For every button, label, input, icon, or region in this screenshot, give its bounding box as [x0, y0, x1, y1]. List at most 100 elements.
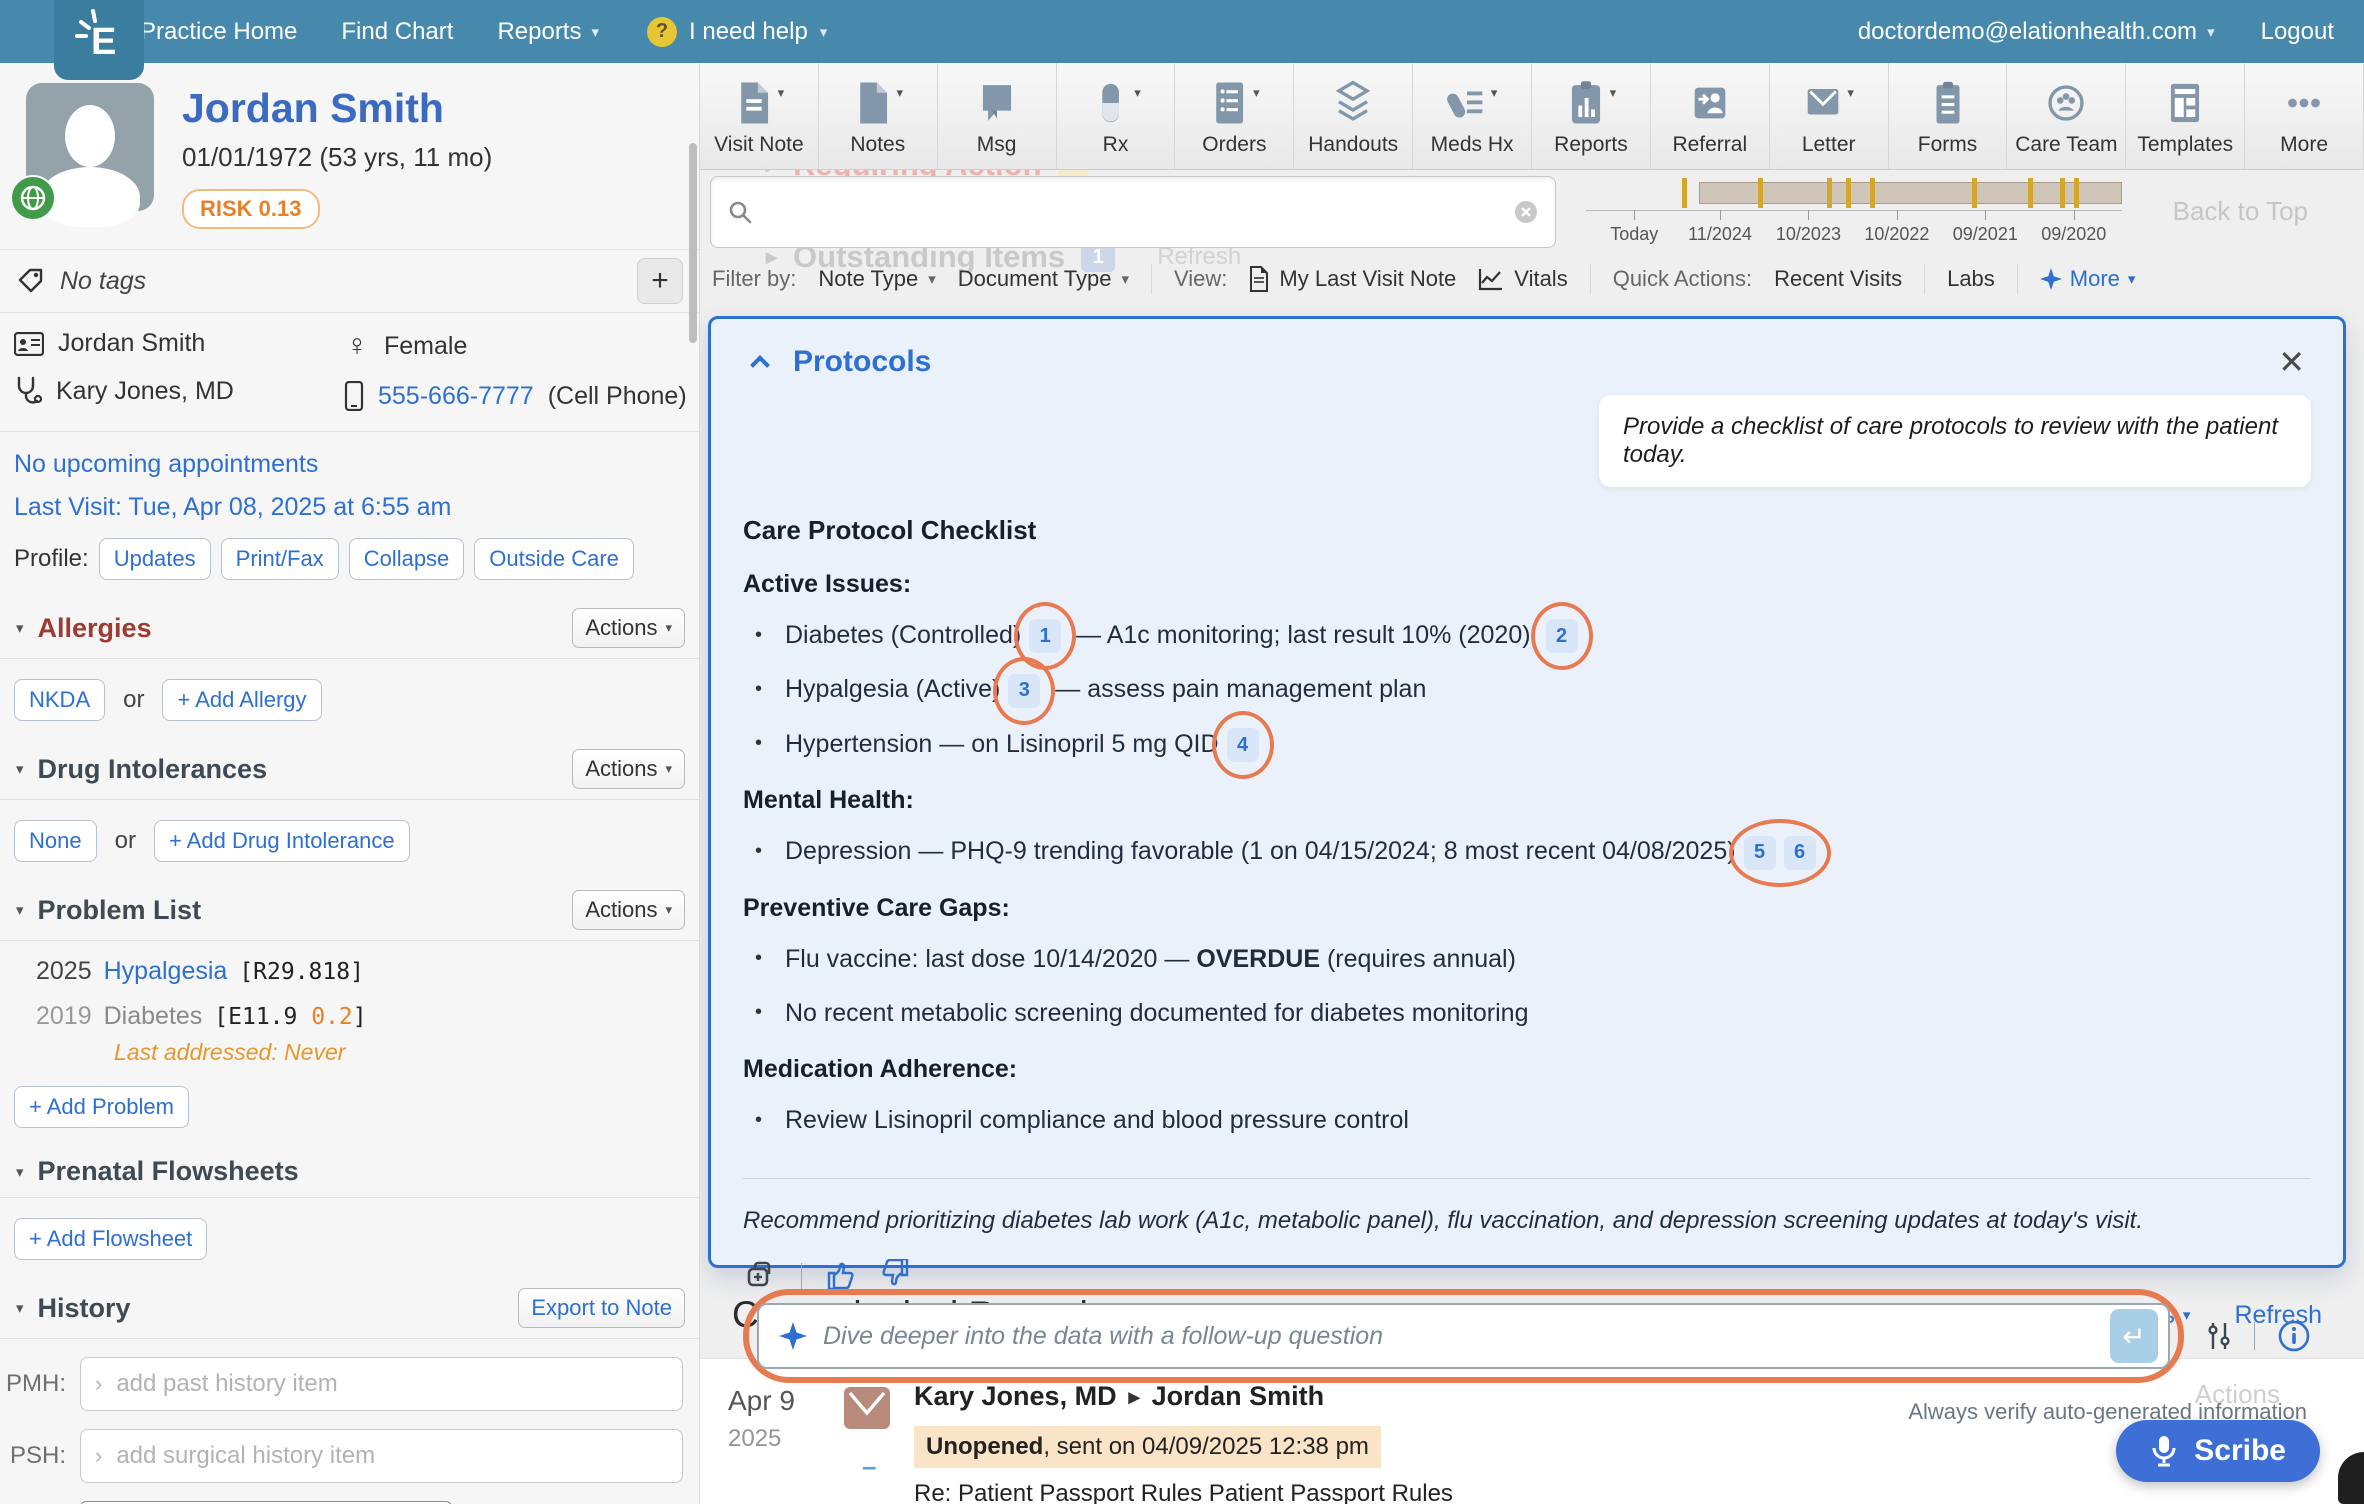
toolbar-button-care-team[interactable]: Care Team: [2007, 63, 2126, 169]
citation-chip-4[interactable]: 4: [1227, 728, 1259, 762]
allergies-actions-button[interactable]: Actions▾: [572, 608, 685, 648]
letter-icon: [1803, 80, 1843, 126]
timeline-event-marker[interactable]: [2028, 178, 2033, 208]
psh-input[interactable]: ›add surgical history item: [80, 1429, 683, 1483]
timeline-event-marker[interactable]: [1846, 178, 1851, 208]
timeline-event-marker[interactable]: [1972, 178, 1977, 208]
collapse-caret-icon[interactable]: ▾: [16, 760, 24, 778]
add-tag-button[interactable]: +: [637, 258, 683, 304]
labs-button[interactable]: Labs: [1947, 266, 1995, 292]
close-icon[interactable]: ✕: [2278, 343, 2311, 381]
add-allergy-button[interactable]: + Add Allergy: [162, 679, 321, 721]
search-input[interactable]: [765, 197, 1513, 227]
toolbar-button-handouts[interactable]: Handouts: [1294, 63, 1413, 169]
scribe-button[interactable]: Scribe: [2116, 1420, 2320, 1482]
logout-button[interactable]: Logout: [2261, 18, 2334, 46]
quick-actions-label: Quick Actions:: [1613, 266, 1752, 292]
profile-outside-care-button[interactable]: Outside Care: [474, 538, 634, 580]
toolbar-button-label: Care Team: [2015, 133, 2117, 157]
timeline-event-marker[interactable]: [2060, 178, 2065, 208]
phone-link[interactable]: 555-666-7777: [378, 382, 534, 411]
nkda-button[interactable]: NKDA: [14, 679, 105, 721]
problem-link[interactable]: Diabetes: [104, 1002, 203, 1031]
help-menu[interactable]: ? I need help ▾: [647, 17, 827, 47]
back-to-top-link[interactable]: Back to Top: [2173, 196, 2308, 227]
profile-collapse-button[interactable]: Collapse: [349, 538, 465, 580]
citation-chip-2[interactable]: 2: [1546, 619, 1578, 653]
problem-link[interactable]: Hypalgesia: [104, 957, 228, 986]
thumbs-down-icon[interactable]: [880, 1259, 910, 1291]
nav-item-practice-home[interactable]: Practice Home: [140, 18, 297, 46]
my-last-visit-note-button[interactable]: My Last Visit Note: [1249, 266, 1456, 292]
patient-name[interactable]: Jordan Smith: [182, 85, 492, 132]
collapse-caret-icon[interactable]: ▾: [16, 1299, 24, 1317]
timeline-event-marker[interactable]: [2074, 178, 2079, 208]
nav-item-reports[interactable]: Reports▾: [497, 18, 599, 46]
profile-updates-button[interactable]: Updates: [99, 538, 211, 580]
citation-chip-5[interactable]: 5: [1744, 836, 1776, 870]
toolbar-button-notes[interactable]: ▾Notes: [819, 63, 938, 169]
note-type-dropdown[interactable]: Note Type▾: [818, 266, 935, 292]
checklist-section-title: Active Issues:: [743, 570, 2311, 599]
add-drug-intolerance-button[interactable]: + Add Drug Intolerance: [154, 820, 410, 862]
chevron-down-icon: ▾: [897, 85, 904, 101]
info-icon[interactable]: [2277, 1319, 2311, 1353]
drug-intolerances-actions-button[interactable]: Actions▾: [572, 749, 685, 789]
copy-to-note-icon[interactable]: [747, 1261, 777, 1291]
collapse-caret-icon[interactable]: ▾: [16, 1163, 24, 1181]
chart-timeline[interactable]: Today11/202410/202310/202209/202109/2020: [1586, 180, 2122, 256]
settings-sliders-icon[interactable]: [2206, 1321, 2232, 1351]
toolbar-button-forms[interactable]: Forms: [1889, 63, 2008, 169]
patient-provider: Kary Jones, MD: [14, 376, 344, 406]
id-card-icon: [14, 332, 44, 356]
app-logo[interactable]: E: [54, 0, 144, 80]
toolbar-button-letter[interactable]: ▾Letter: [1770, 63, 1889, 169]
thumbs-up-icon[interactable]: [826, 1259, 856, 1291]
section-allergies: ▾ Allergies Actions▾: [0, 608, 699, 648]
toolbar-button-reports[interactable]: ▾Reports: [1532, 63, 1651, 169]
citation-chip-6[interactable]: 6: [1784, 836, 1816, 870]
export-to-note-button[interactable]: Export to Note: [518, 1288, 685, 1328]
add-flowsheet-button[interactable]: + Add Flowsheet: [14, 1218, 207, 1260]
problem-list-actions-button[interactable]: Actions▾: [572, 890, 685, 930]
vitals-button[interactable]: Vitals: [1478, 266, 1567, 292]
timeline-event-marker[interactable]: [1682, 178, 1687, 208]
ai-more-menu[interactable]: More▾: [2040, 266, 2136, 292]
nav-item-find-chart[interactable]: Find Chart: [341, 18, 453, 46]
citation-chip-3[interactable]: 3: [1008, 674, 1040, 708]
timeline-tick: [1985, 210, 1986, 220]
timeline-event-marker[interactable]: [1870, 178, 1875, 208]
toolbar-button-visit-note[interactable]: ▾Visit Note: [700, 63, 819, 169]
timeline-tick-label: 10/2023: [1776, 224, 1841, 245]
toolbar-button-referral[interactable]: Referral: [1651, 63, 1770, 169]
timeline-event-marker[interactable]: [1827, 178, 1832, 208]
add-problem-button[interactable]: + Add Problem: [14, 1086, 189, 1128]
toolbar-button-msg[interactable]: Msg: [938, 63, 1057, 169]
toolbar-button-label: Rx: [1103, 133, 1129, 157]
toolbar-button-meds-hx[interactable]: ▾Meds Hx: [1413, 63, 1532, 169]
toolbar-button-templates[interactable]: Templates: [2126, 63, 2245, 169]
record-year: 2025: [728, 1425, 795, 1453]
citation-chip-1[interactable]: 1: [1029, 619, 1061, 653]
toolbar-button-orders[interactable]: ▾Orders: [1175, 63, 1294, 169]
toolbar-button-more[interactable]: More: [2245, 63, 2364, 169]
account-menu[interactable]: doctordemo@elationhealth.com ▾: [1858, 18, 2215, 46]
timeline-event-marker[interactable]: [1758, 178, 1763, 208]
pmh-input[interactable]: ›add past history item: [80, 1357, 683, 1411]
none-button[interactable]: None: [14, 820, 97, 862]
chart-search[interactable]: [710, 176, 1556, 248]
last-visit-link[interactable]: Last Visit: Tue, Apr 08, 2025 at 6:55 am: [14, 493, 699, 522]
sidebar-scrollbar[interactable]: [689, 143, 697, 343]
document-type-dropdown[interactable]: Document Type▾: [958, 266, 1129, 292]
recent-visits-button[interactable]: Recent Visits: [1774, 266, 1902, 292]
submit-question-button[interactable]: ↵: [2110, 1309, 2158, 1363]
no-upcoming-appointments-link[interactable]: No upcoming appointments: [14, 450, 699, 479]
clear-search-icon[interactable]: [1513, 199, 1539, 225]
patient-avatar[interactable]: [26, 83, 154, 211]
toolbar-button-rx[interactable]: ▾Rx: [1057, 63, 1176, 169]
followup-question-input[interactable]: Dive deeper into the data with a follow-…: [757, 1303, 2170, 1369]
collapse-panel-icon[interactable]: [750, 355, 770, 375]
collapse-caret-icon[interactable]: ▾: [16, 901, 24, 919]
collapse-caret-icon[interactable]: ▾: [16, 619, 24, 637]
profile-print-fax-button[interactable]: Print/Fax: [221, 538, 339, 580]
